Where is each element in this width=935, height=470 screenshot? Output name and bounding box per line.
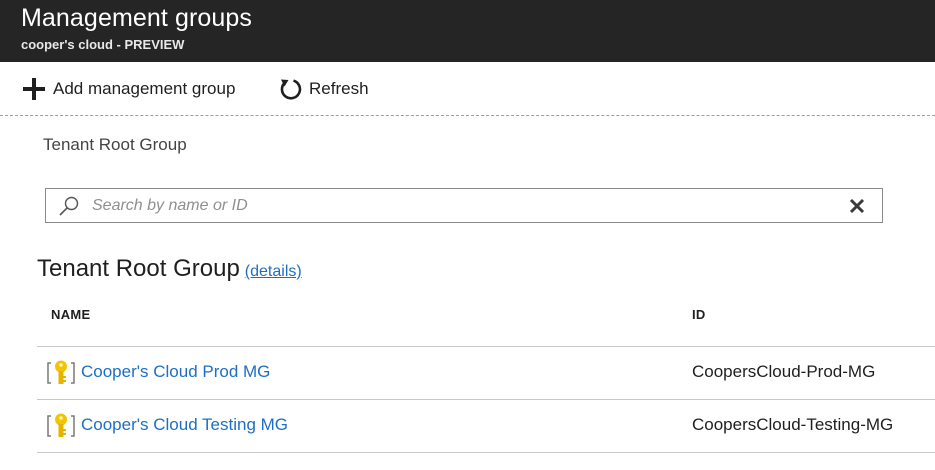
refresh-icon (277, 76, 303, 102)
add-management-group-label: Add management group (53, 79, 236, 98)
add-management-group-button[interactable]: Add management group (21, 76, 235, 102)
search-box (45, 188, 883, 223)
table-row[interactable]: Cooper's Cloud Testing MG CoopersCloud-T… (37, 400, 935, 453)
plus-icon (21, 76, 47, 102)
management-group-key-icon (45, 357, 77, 389)
management-group-id: CoopersCloud-Testing-MG (692, 415, 894, 434)
table-row[interactable]: Cooper's Cloud Prod MG CoopersCloud-Prod… (37, 347, 935, 400)
page-subtitle: cooper's cloud - PREVIEW (21, 37, 185, 52)
refresh-label: Refresh (309, 79, 369, 98)
column-header-name[interactable]: NAME (51, 307, 90, 322)
page-title: Management groups (21, 4, 253, 32)
section-header: Tenant Root Group (details) (37, 255, 302, 283)
search-icon (56, 193, 82, 219)
blade-header: Management groups cooper's cloud - PREVI… (0, 0, 935, 62)
details-link[interactable]: (details) (245, 263, 302, 281)
table-header: NAME ID (37, 292, 935, 347)
management-group-name-link[interactable]: Cooper's Cloud Prod MG (81, 362, 270, 382)
section-title: Tenant Root Group (37, 255, 240, 282)
management-groups-table: NAME ID Cooper's Cloud Prod MG CoopersCl… (37, 292, 935, 453)
management-group-name-link[interactable]: Cooper's Cloud Testing MG (81, 415, 288, 435)
column-header-id[interactable]: ID (692, 307, 706, 322)
breadcrumb: Tenant Root Group (43, 135, 187, 154)
refresh-button[interactable]: Refresh (277, 76, 369, 102)
clear-search-icon[interactable] (844, 193, 870, 219)
management-group-id: CoopersCloud-Prod-MG (692, 362, 876, 381)
search-input[interactable] (92, 190, 844, 221)
command-bar: Add management group Refresh (0, 62, 935, 116)
management-group-key-icon (45, 410, 77, 442)
